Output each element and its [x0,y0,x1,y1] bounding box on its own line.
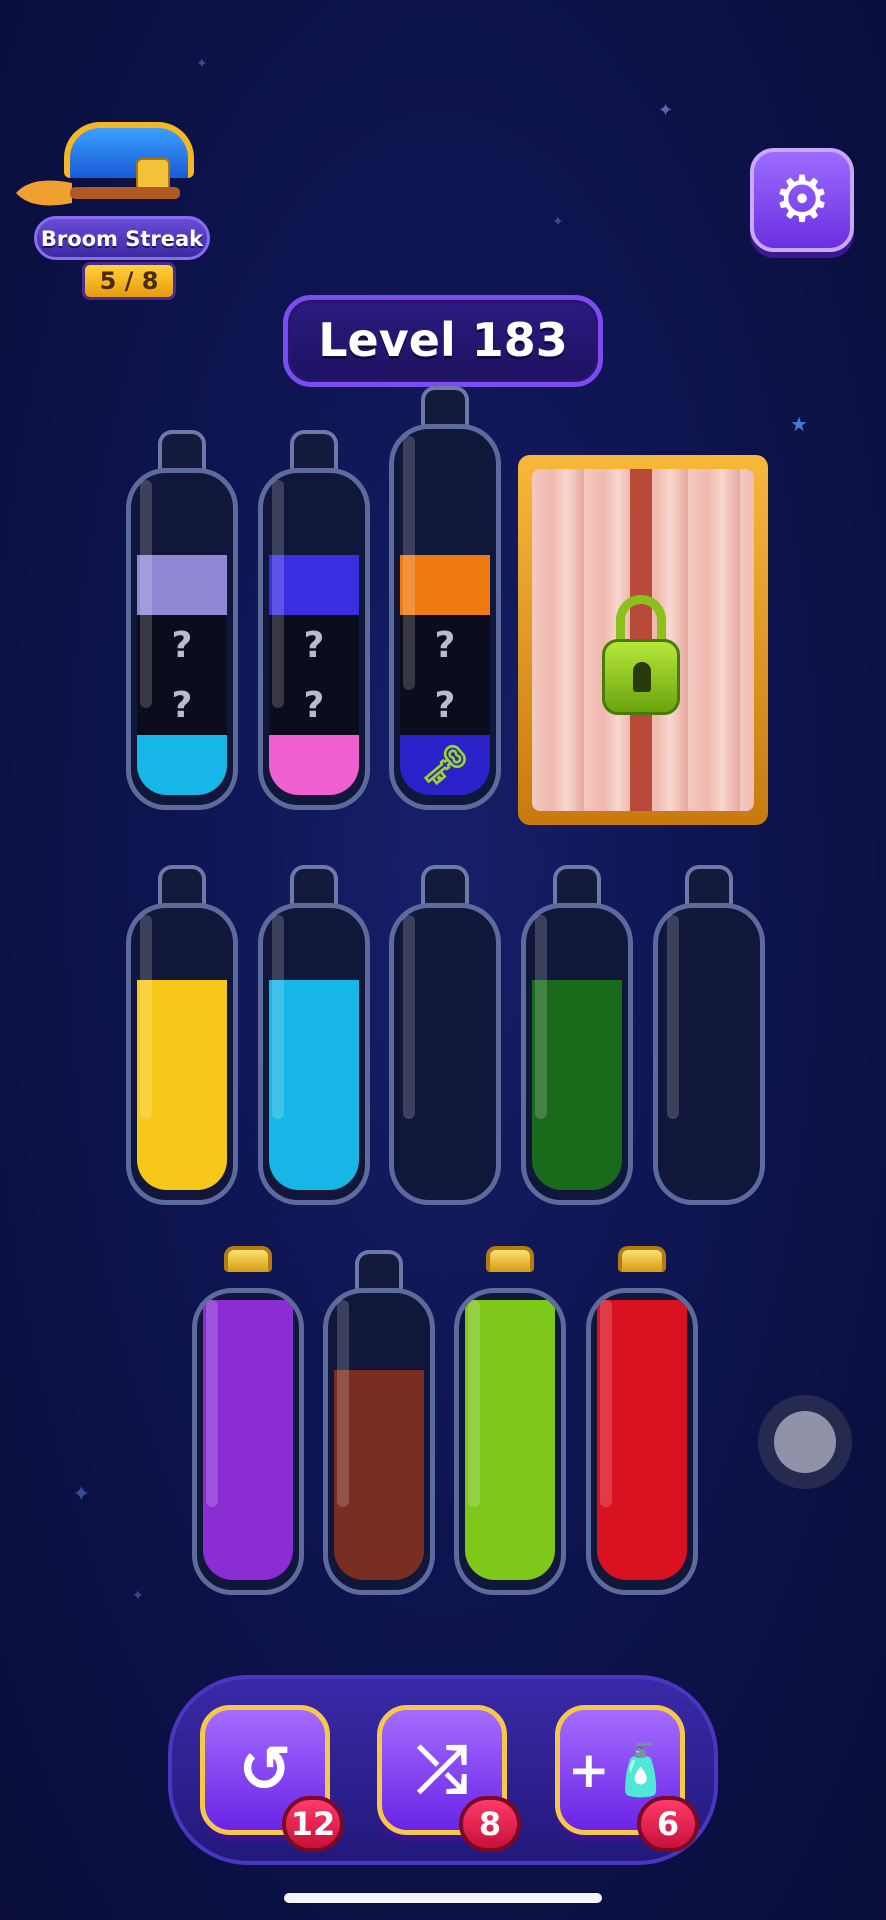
level-title: Level 183 [283,295,603,387]
bottle-neck [158,865,206,905]
padlock-icon [602,639,680,715]
bottle-b12[interactable] [586,1246,698,1595]
bottle-b11[interactable] [454,1246,566,1595]
star-decoration: ★ [790,412,808,436]
undo-count-badge: 12 [282,1796,344,1852]
locked-bottle-slot[interactable] [518,455,768,825]
star-decoration: ✦ [132,1588,144,1604]
glass-shine [403,436,415,691]
liquid-segment-yellow [137,1120,227,1190]
home-indicator[interactable] [284,1893,602,1903]
bottle-neck [290,865,338,905]
shuffle-icon: ⤮ [416,1733,468,1807]
liquid-segment-dark_blue: 🗝 [400,735,490,795]
undo-icon: ↺ [238,1733,292,1807]
bottle-b5[interactable] [258,865,370,1205]
glass-shine [272,480,284,708]
bottle-neck [355,1250,403,1290]
bottle-b7[interactable] [521,865,633,1205]
bottle-neck [421,386,469,426]
glass-shine [403,915,415,1119]
star-decoration: ✦ [552,214,564,230]
glass-shine [667,915,679,1119]
bottle-b2[interactable]: ?? [258,430,370,810]
glass-shine [468,1300,480,1507]
glass-shine [535,915,547,1119]
keyhole [633,662,651,692]
liquid-segment-cyan [137,735,227,795]
liquid-segment-green [532,1120,622,1190]
broom-streak-progress: 5 / 8 [82,262,176,300]
broom-icon [16,180,180,206]
shuffle-count-badge: 8 [459,1796,521,1852]
star-decoration: ✦ [72,1482,91,1507]
bottle-neck [553,865,601,905]
bottle-neck [158,430,206,470]
glass-shine [140,915,152,1119]
star-decoration: ✦ [658,100,674,121]
bottle-b3[interactable]: 🗝?? [389,386,501,810]
cork-icon [486,1246,534,1272]
gear-icon: ⚙ [773,163,831,237]
cork-icon [618,1246,666,1272]
glass-shine [337,1300,349,1507]
add-bottle-count-badge: 6 [637,1796,699,1852]
star-decoration: ✦ [196,56,208,72]
liquid-segment-red [597,1510,687,1580]
liquid-segment-lime [465,1510,555,1580]
cork-icon [224,1246,272,1272]
glass-shine [206,1300,218,1507]
bottle-b10[interactable] [323,1250,435,1595]
settings-button[interactable]: ⚙ [750,148,854,252]
glass-shine [600,1300,612,1507]
bottle-b8[interactable] [653,865,765,1205]
add-bottle-icon: +🧴 [567,1741,673,1799]
key-icon: 🗝 [420,742,470,787]
glass-shine [272,915,284,1119]
liquid-segment-cyan [269,1120,359,1190]
assistive-touch-dot [774,1411,836,1473]
bottle-b4[interactable] [126,865,238,1205]
bottle-b1[interactable]: ?? [126,430,238,810]
broom-streak-widget[interactable]: Broom Streak 5 / 8 [12,118,212,303]
liquid-segment-purple [203,1510,293,1580]
bottle-neck [421,865,469,905]
liquid-segment-brown [334,1510,424,1580]
liquid-segment-pink [269,735,359,795]
broom-streak-label: Broom Streak [34,216,210,260]
glass-shine [140,480,152,708]
bottle-b9[interactable] [192,1246,304,1595]
bottle-neck [290,430,338,470]
assistive-touch-button[interactable] [758,1395,852,1489]
bottle-neck [685,865,733,905]
curtain [532,469,754,811]
treasure-chest-icon [64,122,194,178]
bottle-b6[interactable] [389,865,501,1205]
